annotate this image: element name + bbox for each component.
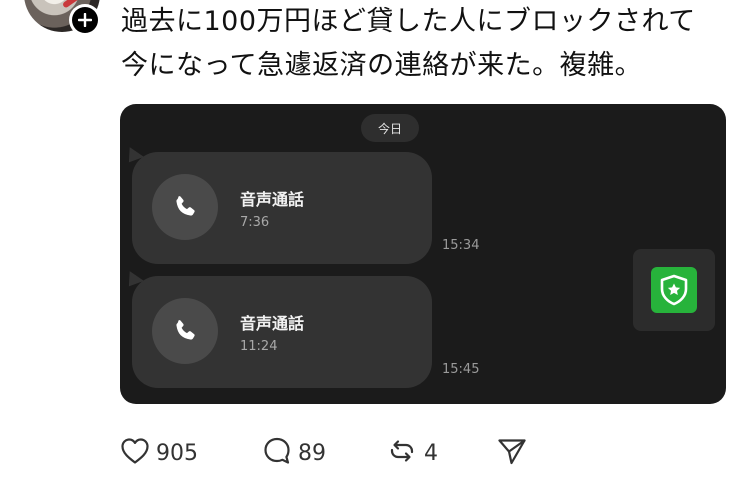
like-button[interactable]: 905	[120, 433, 198, 473]
post-text: 過去に100万円ほど貸した人にブロックされて 今になって急遽返済の連絡が来た。複…	[121, 0, 741, 88]
share-button[interactable]	[496, 433, 528, 473]
plus-icon	[72, 7, 98, 33]
like-count: 905	[156, 440, 198, 466]
bubble-tail	[124, 143, 144, 163]
post-text-line-2: 今になって急遽返済の連絡が来た。複雑。	[121, 50, 643, 81]
call-duration: 7:36	[240, 215, 270, 230]
repost-icon	[386, 436, 418, 470]
post-text-line-1: 過去に100万円ほど貸した人にブロックされて	[121, 6, 696, 37]
voice-call-bubble-2: 音声通話 11:24	[124, 267, 432, 388]
phone-icon	[152, 174, 218, 240]
date-label: 今日	[361, 114, 419, 142]
phone-icon	[152, 298, 218, 364]
heart-icon	[120, 437, 150, 469]
bubble-tail	[124, 267, 144, 287]
repost-button[interactable]: 4	[386, 433, 438, 473]
send-icon	[496, 436, 528, 470]
message-time: 15:34	[442, 238, 480, 253]
reply-count: 89	[298, 440, 326, 466]
call-duration: 11:24	[240, 339, 278, 354]
call-title: 音声通話	[240, 190, 305, 209]
reply-button[interactable]: 89	[262, 433, 326, 473]
message-time: 15:45	[442, 362, 480, 377]
comment-icon	[262, 436, 292, 470]
voice-call-bubble-1: 音声通話 7:36	[124, 143, 432, 264]
post-container: 過去に100万円ほど貸した人にブロックされて 今になって急遽返済の連絡が来た。複…	[0, 0, 750, 480]
shield-star-icon	[651, 267, 697, 313]
repost-count: 4	[424, 440, 438, 466]
shield-badge	[633, 249, 715, 331]
attached-image[interactable]: 今日 音声通話 7:36 15:34 音声通話 11:24 15:45	[120, 104, 726, 404]
call-title: 音声通話	[240, 314, 305, 333]
follow-button[interactable]	[69, 4, 101, 36]
